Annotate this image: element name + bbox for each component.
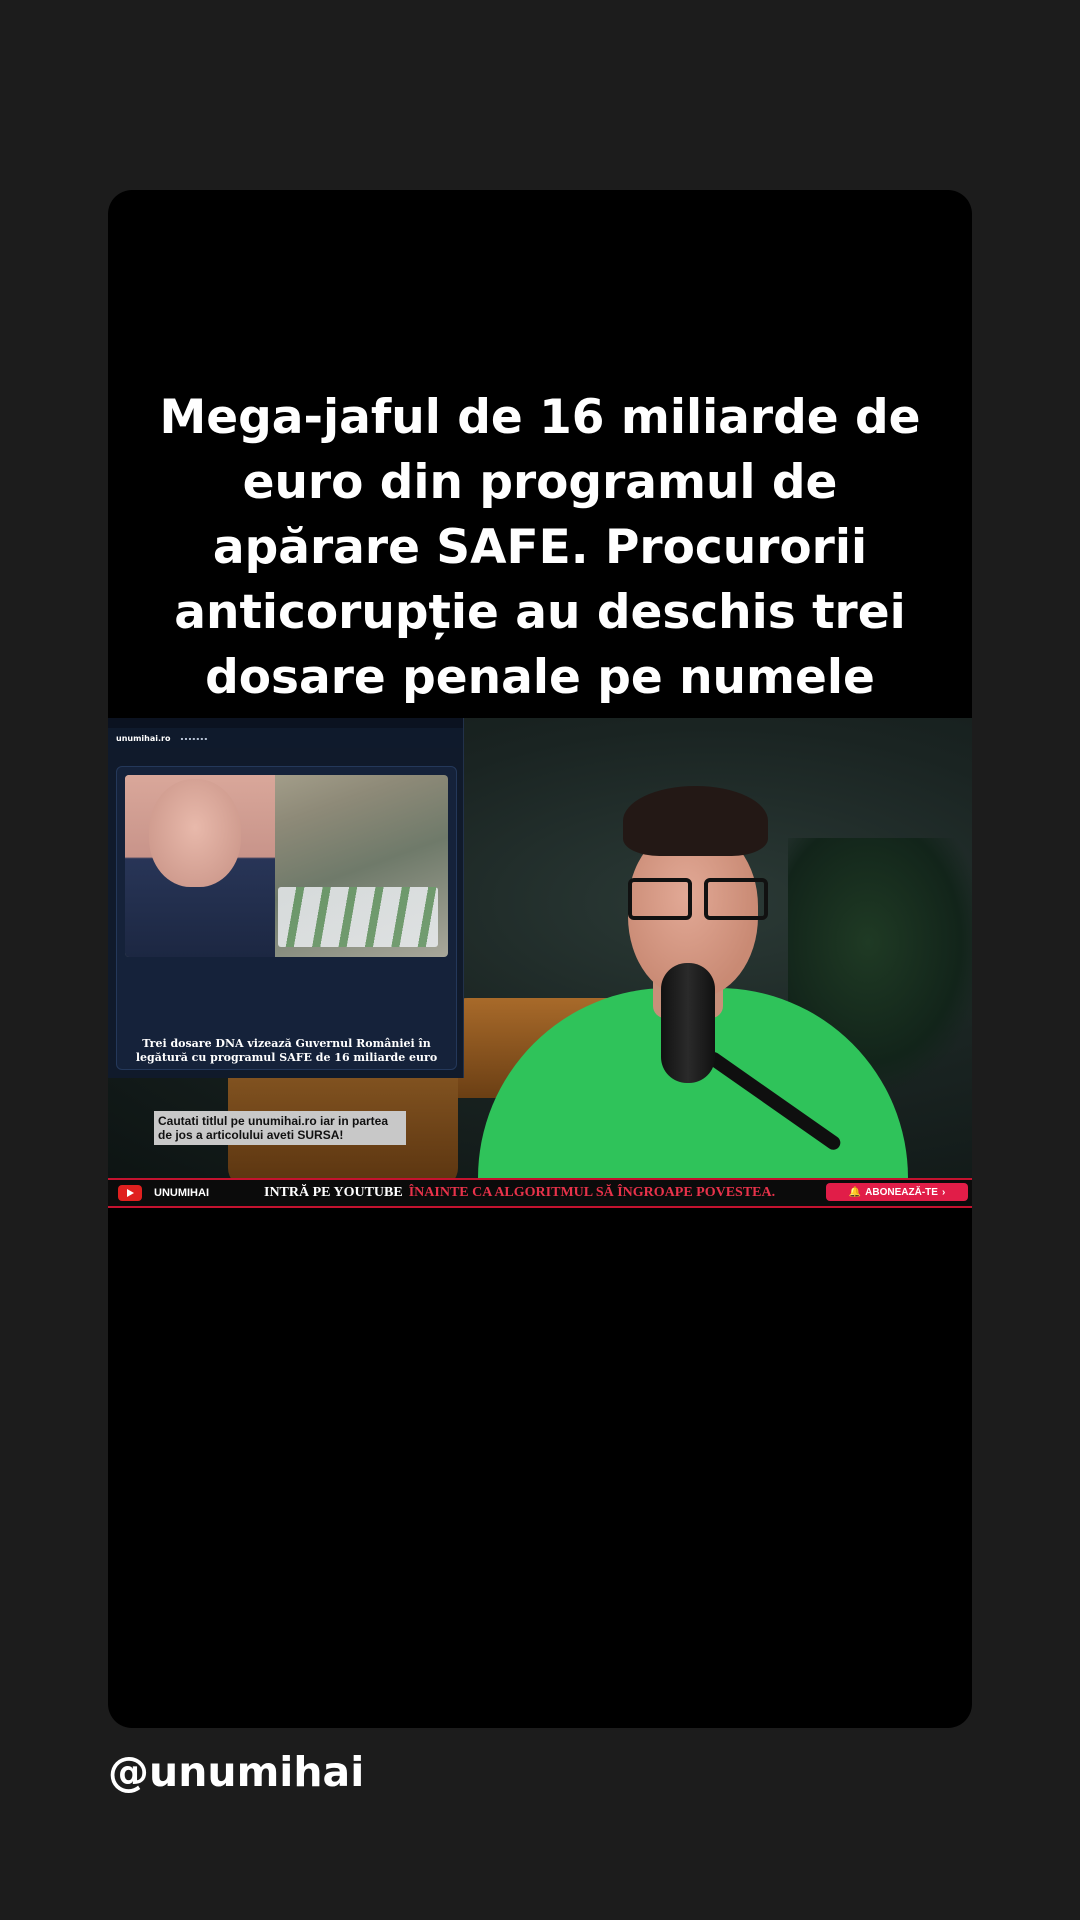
banner-warning: ÎNAINTE CA ALGORITMUL SĂ ÎNGROAPE POVEST… [408,1185,776,1200]
video-headline: Mega-jaful de 16 miliarde de euro din pr… [159,390,921,770]
article-screenshot: unumihai.ro ▪ ▪ ▪ ▪ ▪ ▪ ▪ Trei dosare DN… [108,718,464,1078]
source-caption: Cautati titlul pe unumihai.ro iar in par… [154,1111,406,1145]
hero-person-face [149,779,241,887]
banner-cta: INTRĂ PE YOUTUBE [264,1185,403,1200]
video-player[interactable]: Mega-jaful de 16 miliarde de euro din pr… [108,190,972,1728]
article-hero-image [125,775,448,957]
source-caption-line: de jos a articolului aveti SURSA! [158,1128,344,1142]
subscribe-button: 🔔 ABONEAZĂ-TE › [826,1183,968,1201]
chevron-right-icon: › [941,1186,946,1198]
article-title: Trei dosare DNA vizează Guvernul Românie… [135,1037,438,1064]
article-site-logo: unumihai.ro [116,733,171,743]
screen: Mega-jaful de 16 miliarde de euro din pr… [0,0,1080,1920]
bell-icon: 🔔 [848,1186,862,1198]
hero-banknotes [278,887,438,947]
creator-username[interactable]: @unumihai [108,1744,364,1800]
video-frame[interactable]: unumihai.ro ▪ ▪ ▪ ▪ ▪ ▪ ▪ Trei dosare DN… [108,718,972,1180]
youtube-icon [118,1185,142,1201]
source-caption-line: Cautati titlul pe unumihai.ro iar in par… [158,1114,389,1128]
article-card: Trei dosare DNA vizează Guvernul Românie… [116,766,457,1070]
article-topbar [108,718,463,728]
presenter-glasses [626,878,768,920]
presenter-hair [623,786,768,856]
subscribe-label: ABONEAZĂ-TE [865,1186,938,1198]
banner-channel-name: UNUMIHAI [154,1187,209,1199]
nav-placeholder: ▪ ▪ ▪ ▪ ▪ ▪ ▪ [180,735,208,741]
article-navbar: unumihai.ro ▪ ▪ ▪ ▪ ▪ ▪ ▪ [108,728,463,748]
microphone [661,963,715,1083]
promo-banner: UNUMIHAI INTRĂ PE YOUTUBE ÎNAINTE CA ALG… [108,1178,972,1208]
